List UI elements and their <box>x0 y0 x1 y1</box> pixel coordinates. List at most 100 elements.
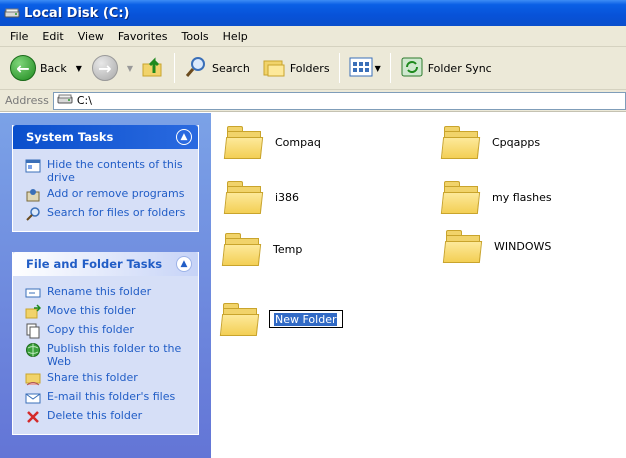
task-copy-folder[interactable]: Copy this folder <box>25 323 192 339</box>
views-button[interactable]: ▼ <box>345 50 385 86</box>
hide-contents-icon <box>25 158 41 174</box>
publish-web-icon <box>25 342 41 358</box>
folder-item[interactable]: Cpqapps <box>440 124 541 160</box>
toolbar-separator <box>338 53 340 83</box>
address-label: Address <box>5 94 49 107</box>
share-icon <box>25 371 41 387</box>
folder-icon <box>223 124 265 160</box>
up-button[interactable] <box>137 50 169 86</box>
menu-file[interactable]: File <box>3 30 35 43</box>
task-label: Rename this folder <box>47 285 152 298</box>
folder-name: Temp <box>273 242 303 256</box>
collapse-chevron-icon[interactable]: ▲ <box>176 256 192 272</box>
task-pane: System Tasks ▲ Hide the contents of this… <box>0 113 211 458</box>
task-label: Publish this folder to the Web <box>47 342 182 368</box>
task-label: Copy this folder <box>47 323 134 336</box>
up-folder-icon <box>141 55 165 82</box>
folder-name: Cpqapps <box>492 135 541 149</box>
folder-item[interactable]: my flashes <box>440 179 552 215</box>
task-label: E-mail this folder's files <box>47 390 176 403</box>
forward-dropdown-icon[interactable]: ▼ <box>127 64 133 73</box>
menu-tools[interactable]: Tools <box>175 30 216 43</box>
drive-icon <box>4 6 20 20</box>
folder-name: WINDOWS <box>494 239 552 253</box>
file-folder-tasks-title: File and Folder Tasks <box>26 257 163 271</box>
folder-sync-icon <box>400 55 424 82</box>
menu-help[interactable]: Help <box>216 30 255 43</box>
menu-edit[interactable]: Edit <box>35 30 70 43</box>
task-hide-contents[interactable]: Hide the contents of this drive <box>25 158 192 184</box>
task-label: Delete this folder <box>47 409 143 422</box>
menu-bar: File Edit View Favorites Tools Help <box>0 26 626 47</box>
task-share-folder[interactable]: Share this folder <box>25 371 192 387</box>
folder-icon <box>221 231 263 267</box>
collapse-chevron-icon[interactable]: ▲ <box>176 129 192 145</box>
folder-icon <box>440 179 482 215</box>
toolbar-separator <box>389 53 391 83</box>
email-icon <box>25 390 41 406</box>
move-icon <box>25 304 41 320</box>
task-label: Move this folder <box>47 304 136 317</box>
rename-field[interactable]: New Folder <box>269 310 343 328</box>
folder-name: Compaq <box>275 135 321 149</box>
task-move-folder[interactable]: Move this folder <box>25 304 192 320</box>
folder-item[interactable]: WINDOWS <box>442 228 552 264</box>
back-arrow-icon: ← <box>10 55 36 81</box>
menu-view[interactable]: View <box>71 30 111 43</box>
task-search-files[interactable]: Search for files or folders <box>25 206 192 222</box>
task-email-files[interactable]: E-mail this folder's files <box>25 390 192 406</box>
system-tasks-title: System Tasks <box>26 130 114 144</box>
back-dropdown-icon[interactable]: ▼ <box>76 64 82 73</box>
folders-label: Folders <box>289 61 330 75</box>
back-button[interactable]: ← Back <box>6 50 71 86</box>
folder-icon <box>219 301 261 337</box>
address-field[interactable]: C:\ <box>52 91 626 110</box>
task-label: Hide the contents of this drive <box>47 158 183 184</box>
rename-icon <box>25 285 41 301</box>
new-folder-name: New Folder <box>274 312 338 326</box>
views-dropdown-icon: ▼ <box>374 63 381 73</box>
menu-favorites[interactable]: Favorites <box>111 30 175 43</box>
folder-sync-button[interactable]: Folder Sync <box>396 50 496 86</box>
search-button[interactable]: Search <box>180 50 254 86</box>
system-tasks-header[interactable]: System Tasks ▲ <box>13 125 198 149</box>
task-rename-folder[interactable]: Rename this folder <box>25 285 192 301</box>
title-bar[interactable]: Local Disk (C:) <box>0 0 626 26</box>
views-icon <box>349 56 373 81</box>
system-tasks-panel: System Tasks ▲ Hide the contents of this… <box>12 125 199 232</box>
task-add-remove-programs[interactable]: Add or remove programs <box>25 187 192 203</box>
back-label: Back <box>40 61 67 75</box>
folder-item[interactable]: i386 <box>223 179 300 215</box>
task-delete-folder[interactable]: Delete this folder <box>25 409 192 425</box>
task-label: Add or remove programs <box>47 187 185 200</box>
search-icon <box>25 206 41 222</box>
address-bar: Address C:\ <box>0 90 626 112</box>
folder-icon <box>440 124 482 160</box>
forward-arrow-icon: → <box>91 55 118 81</box>
search-icon <box>184 55 208 82</box>
folder-icon <box>442 228 484 264</box>
forward-button[interactable]: → <box>88 50 122 86</box>
task-publish-web[interactable]: Publish this folder to the Web <box>25 342 192 368</box>
new-folder-item[interactable]: New Folder <box>219 301 343 337</box>
folder-sync-label: Folder Sync <box>427 61 492 75</box>
add-remove-programs-icon <box>25 187 41 203</box>
window-title: Local Disk (C:) <box>24 5 130 21</box>
copy-icon <box>25 323 41 339</box>
folder-icon <box>223 179 265 215</box>
folder-name: my flashes <box>492 190 552 204</box>
address-value: C:\ <box>76 94 92 107</box>
task-label: Share this folder <box>47 371 138 384</box>
search-label: Search <box>212 61 250 75</box>
folder-item[interactable]: Temp <box>221 231 303 267</box>
folder-name: i386 <box>275 190 300 204</box>
folders-button[interactable]: Folders <box>258 50 334 86</box>
folder-item[interactable]: Compaq <box>223 124 321 160</box>
task-label: Search for files or folders <box>47 206 186 219</box>
folder-view[interactable]: Compaq Cpqapps i386 my flashes Temp WIND… <box>211 113 626 458</box>
delete-icon <box>25 409 41 425</box>
toolbar: ← Back ▼ → ▼ Search Folders ▼ Folder Syn… <box>0 47 626 90</box>
file-folder-tasks-header[interactable]: File and Folder Tasks ▲ <box>13 252 198 276</box>
folders-icon <box>262 55 286 82</box>
toolbar-separator <box>174 53 176 83</box>
